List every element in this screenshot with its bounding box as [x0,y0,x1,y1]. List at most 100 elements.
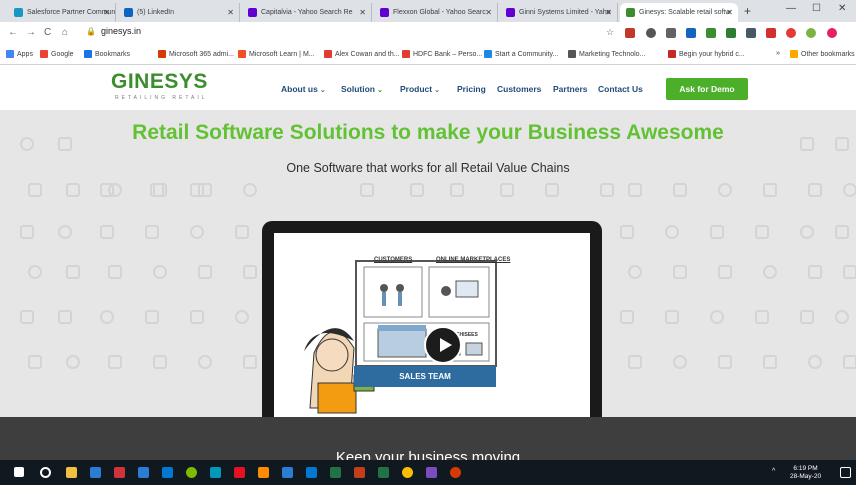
home-button[interactable]: ⌂ [62,27,68,38]
app-icon[interactable] [162,467,173,478]
nav-item[interactable]: Customers [497,84,541,94]
pattern-icon [108,355,122,369]
close-tab-icon[interactable]: ✕ [485,8,492,17]
new-tab-button[interactable]: + [744,4,751,18]
app-icon[interactable] [210,467,221,478]
bookmark-item[interactable]: Microsoft Learn | M... [238,50,315,58]
pattern-icon [190,310,204,324]
bookmark-item[interactable]: Alex Cowan and th... [324,50,400,58]
bookmark-item[interactable]: HDFC Bank – Perso... [402,50,482,58]
pattern-icon [58,225,72,239]
nav-item[interactable]: Contact Us [598,84,643,94]
band-heading: Keep your business moving [335,449,521,460]
extension-icon[interactable] [646,28,656,38]
close-tab-icon[interactable]: ✕ [227,8,234,17]
bookmark-item[interactable]: Bookmarks [84,50,130,58]
extension-icon[interactable] [625,28,635,38]
chrome-icon[interactable] [402,467,413,478]
bookmark-item[interactable]: Microsoft 365 admi... [158,50,234,58]
other-bookmarks-label: Other bookmarks [801,50,855,58]
notification-icon[interactable] [840,467,851,478]
pattern-icon [628,183,642,197]
browser-tab[interactable]: Ginni Systems Limited - Yaho ✕ [500,3,618,22]
close-tab-icon[interactable]: ✕ [605,8,612,17]
nav-item[interactable]: Product ⌄ [400,84,440,94]
pattern-icon [410,183,424,197]
app-icon[interactable] [114,467,125,478]
forward-button[interactable]: → [26,27,36,38]
play-icon[interactable] [424,326,462,364]
app-icon[interactable] [186,467,197,478]
video-player[interactable]: CUSTOMERS ONLINE MARKETPLACES FRANCHISEE… [274,233,590,421]
bookmark-item[interactable]: Marketing Technolo... [568,50,645,58]
pattern-icon [190,225,204,239]
chevron-down-icon: ⌄ [319,87,326,94]
close-tab-icon[interactable]: ✕ [726,8,733,17]
pattern-icon [100,225,114,239]
nav-item[interactable]: Solution ⌄ [341,84,383,94]
extension-icon[interactable] [666,28,676,38]
browser-tab[interactable]: Salesforce Partner Communi ✕ [8,3,116,22]
browser-tab[interactable]: (5) LinkedIn ✕ [118,3,240,22]
bookmarks-overflow-button[interactable]: » [776,50,780,57]
extension-icon[interactable] [686,28,696,38]
bookmark-label: Marketing Technolo... [579,50,646,58]
bookmark-item[interactable]: Google [40,50,74,58]
app-icon[interactable] [306,467,317,478]
address-bar[interactable]: 🔒 ginesys.in [86,26,141,36]
bookmark-star-icon[interactable]: ☆ [606,27,614,38]
file-explorer-icon[interactable] [66,467,77,478]
app-icon[interactable] [234,467,245,478]
bookmark-label: Apps [17,50,33,58]
ask-for-demo-button[interactable]: Ask for Demo [666,78,748,100]
app-icon[interactable] [450,467,461,478]
close-window-button[interactable]: ✕ [838,3,846,14]
bookmark-item[interactable]: Begin your hybrid c... [668,50,745,58]
browser-tab[interactable]: Ginesys: Scalable retail softw ✕ [620,3,738,22]
app-icon[interactable] [378,467,389,478]
hero-subtitle: One Software that works for all Retail V… [286,161,570,175]
back-button[interactable]: ← [8,27,18,38]
nav-item[interactable]: Pricing [457,84,486,94]
minimize-button[interactable]: — [786,3,796,14]
site-header: GINESYS RETAILING RETAIL About us ⌄ Soluti… [0,65,856,110]
start-icon[interactable] [14,467,24,477]
app-icon[interactable] [282,467,293,478]
pattern-icon [808,355,822,369]
browser-tab[interactable]: Flexxon Global - Yahoo Searc ✕ [374,3,498,22]
app-icon[interactable] [90,467,101,478]
bookmark-icon [324,50,332,58]
extension-icon[interactable] [706,28,716,38]
sales-team-banner: SALES TEAM [354,366,496,387]
app-icon[interactable] [138,467,149,478]
nav-item[interactable]: About us ⌄ [281,84,326,94]
nav-item[interactable]: Partners [553,84,588,94]
bookmark-label: Microsoft Learn | M... [249,50,315,58]
search-icon[interactable] [40,467,51,478]
profile-avatar[interactable] [827,28,837,38]
extension-icon[interactable] [746,28,756,38]
extension-icon[interactable] [786,28,796,38]
extension-icon[interactable] [726,28,736,38]
tray-chevron-icon[interactable]: ^ [772,468,775,475]
pattern-icon [545,183,559,197]
bookmark-item[interactable]: Apps [6,50,33,58]
pattern-icon [718,265,732,279]
app-icon[interactable] [354,467,365,478]
maximize-button[interactable]: ☐ [812,3,821,14]
app-icon[interactable] [258,467,269,478]
extension-icon[interactable] [766,28,776,38]
site-logo[interactable]: GINESYS [111,70,208,94]
app-icon[interactable] [330,467,341,478]
browser-tab[interactable]: Capitalvia - Yahoo Search Re ✕ [242,3,372,22]
close-tab-icon[interactable]: ✕ [103,8,110,17]
pattern-icon [360,183,374,197]
bookmark-item[interactable]: Start a Community... [484,50,558,58]
reload-button[interactable]: C [44,27,51,38]
nav-item-label: Pricing [457,84,486,94]
close-tab-icon[interactable]: ✕ [359,8,366,17]
other-bookmarks-folder[interactable]: Other bookmarks [790,50,855,58]
system-clock[interactable]: 6:19 PM 28-May-20 [790,465,821,481]
extension-icon[interactable] [806,28,816,38]
app-icon[interactable] [426,467,437,478]
